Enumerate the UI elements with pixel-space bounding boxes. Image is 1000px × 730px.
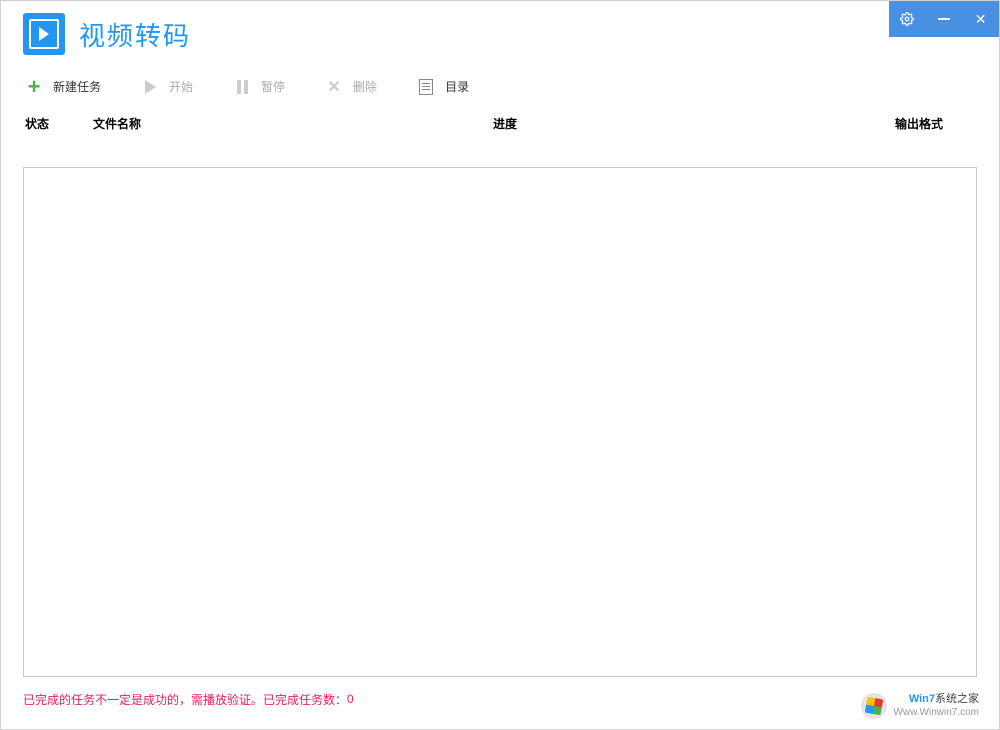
pause-icon xyxy=(233,78,251,96)
plus-icon: + xyxy=(25,78,43,96)
task-list[interactable] xyxy=(23,167,977,677)
minimize-button[interactable] xyxy=(929,1,959,37)
close-button[interactable]: ✕ xyxy=(966,1,996,37)
column-output-format: 输出格式 xyxy=(895,115,975,132)
minimize-icon xyxy=(938,18,950,20)
watermark-brand-line: Win7系统之家 xyxy=(893,693,979,706)
directory-icon xyxy=(417,78,435,96)
directory-button[interactable]: 目录 xyxy=(417,78,469,96)
directory-label: 目录 xyxy=(445,78,469,95)
column-status: 状态 xyxy=(25,115,93,132)
close-icon: ✕ xyxy=(975,12,987,26)
new-task-label: 新建任务 xyxy=(53,78,101,95)
title-bar: 视频转码 ✕ xyxy=(1,1,999,66)
delete-icon: ✕ xyxy=(325,78,343,96)
completed-count: 0 xyxy=(347,692,354,706)
app-title: 视频转码 xyxy=(79,16,191,53)
start-button[interactable]: 开始 xyxy=(141,78,193,96)
watermark: Win7系统之家 Www.Winwin7.com xyxy=(861,693,979,719)
play-icon xyxy=(141,78,159,96)
column-progress: 进度 xyxy=(493,115,895,132)
new-task-button[interactable]: + 新建任务 xyxy=(25,78,101,96)
delete-button[interactable]: ✕ 删除 xyxy=(325,78,377,96)
watermark-logo-icon xyxy=(861,693,887,719)
app-logo-icon xyxy=(23,13,65,55)
table-header: 状态 文件名称 进度 输出格式 xyxy=(1,108,999,140)
status-bar: 已完成的任务不一定是成功的，需播放验证。已完成任务数： 0 xyxy=(23,687,977,711)
status-message: 已完成的任务不一定是成功的，需播放验证。已完成任务数： xyxy=(23,691,347,708)
gear-icon xyxy=(900,12,914,26)
delete-label: 删除 xyxy=(353,78,377,95)
window-controls: ✕ xyxy=(889,1,999,37)
toolbar: + 新建任务 开始 暂停 ✕ 删除 目录 xyxy=(1,66,999,108)
watermark-url: Www.Winwin7.com xyxy=(893,707,979,719)
pause-button[interactable]: 暂停 xyxy=(233,78,285,96)
pause-label: 暂停 xyxy=(261,78,285,95)
logo-area: 视频转码 xyxy=(1,1,191,55)
column-filename: 文件名称 xyxy=(93,115,493,132)
settings-button[interactable] xyxy=(892,1,922,37)
start-label: 开始 xyxy=(169,78,193,95)
